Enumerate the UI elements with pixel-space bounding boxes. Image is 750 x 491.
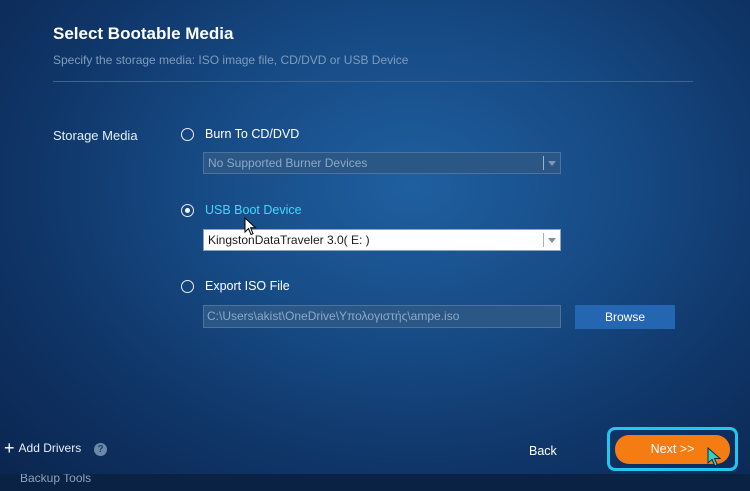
radio-usb-boot-device[interactable] xyxy=(181,204,194,217)
option-label-burn-cd-dvd[interactable]: Burn To CD/DVD xyxy=(205,127,299,141)
storage-media-label: Storage Media xyxy=(53,128,138,143)
tab-backup-tools[interactable]: Backup Tools xyxy=(20,474,91,491)
chevron-down-icon xyxy=(548,161,556,166)
add-drivers-button[interactable]: + Add Drivers xyxy=(4,438,82,458)
bottom-strip xyxy=(0,474,750,491)
back-button[interactable]: Back xyxy=(529,444,557,458)
radio-burn-cd-dvd[interactable] xyxy=(181,128,194,141)
select-separator xyxy=(543,156,544,170)
burner-device-select: No Supported Burner Devices xyxy=(203,152,561,174)
page-subtitle: Specify the storage media: ISO image fil… xyxy=(53,53,409,67)
option-label-usb-boot-device[interactable]: USB Boot Device xyxy=(205,203,302,217)
select-separator xyxy=(543,233,544,247)
burner-device-value: No Supported Burner Devices xyxy=(208,156,368,170)
mouse-pointer-icon xyxy=(244,217,257,236)
mouse-pointer-icon xyxy=(707,447,722,467)
radio-export-iso-file[interactable] xyxy=(181,280,194,293)
iso-path-input[interactable]: C:\Users\akist\OneDrive\Υπολογιστής\ampe… xyxy=(203,305,561,328)
add-drivers-label: Add Drivers xyxy=(18,441,82,455)
help-icon[interactable]: ? xyxy=(94,443,107,456)
plus-icon: + xyxy=(4,438,15,458)
chevron-down-icon[interactable] xyxy=(548,238,556,243)
page-title: Select Bootable Media xyxy=(53,24,234,43)
option-label-export-iso-file[interactable]: Export ISO File xyxy=(205,279,290,293)
usb-device-value: KingstonDataTraveler 3.0( E: ) xyxy=(208,233,370,247)
browse-button[interactable]: Browse xyxy=(575,305,675,329)
header-divider xyxy=(53,81,693,82)
tab-backup-tools-label: Backup Tools xyxy=(20,474,92,485)
